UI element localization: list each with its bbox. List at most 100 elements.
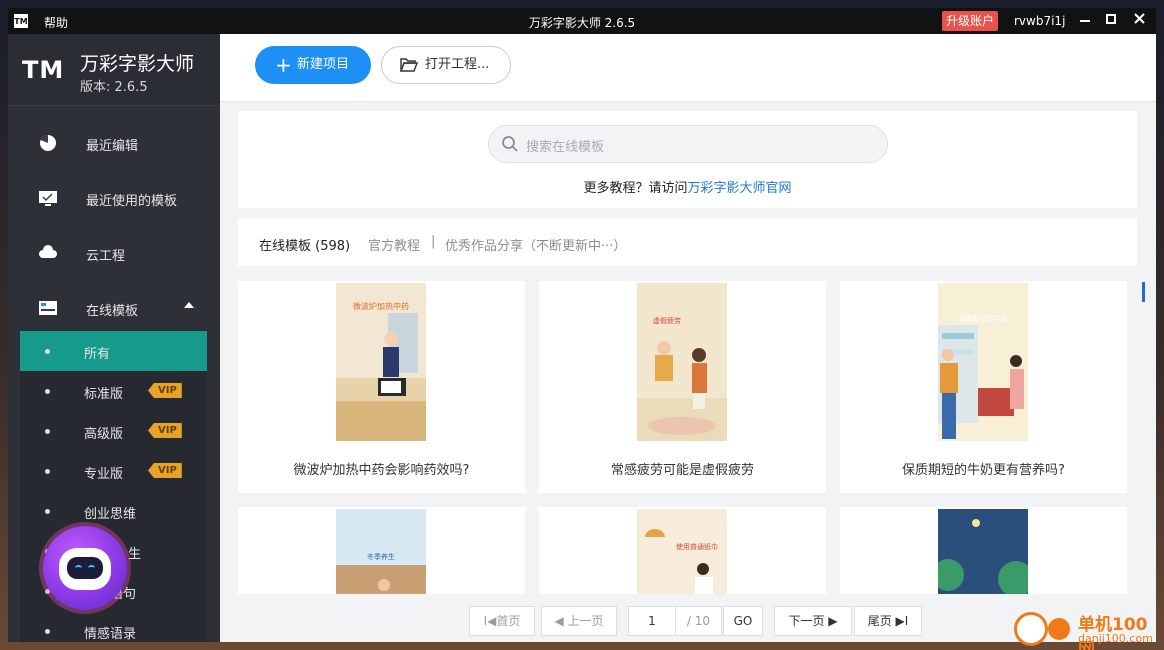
thumbnail-illustration [938,509,1028,594]
go-button[interactable]: GO [723,606,763,636]
official-site-link[interactable]: 万彩字影大师官网 [688,181,792,196]
template-title: 微波炉加热中药会影响药效吗? [293,463,470,478]
next-page-button[interactable]: 下一页 ▶ [774,606,852,636]
template-icon [39,301,57,315]
brand-name: 万彩字影大师 [80,53,195,75]
search-placeholder: 搜索在线模板 [526,140,605,155]
new-project-button[interactable]: + 新建项目 [255,46,371,84]
bullet-icon [45,629,50,634]
category-item-startup[interactable]: 创业思维 [20,491,207,531]
template-card[interactable] [840,507,1127,594]
category-label: 标准版 [84,387,124,402]
bullet-icon [45,509,50,514]
toolbar: + 新建项目 打开工程... [220,34,1156,102]
category-item-professional[interactable]: 专业版 VIP [20,451,207,491]
template-title: 保质期短的牛奶更有营养吗? [902,463,1065,478]
bot-screen [67,557,103,579]
search-panel: 搜索在线模板 更多教程？请访问万彩字影大师官网 [238,111,1137,208]
watermark-subtext: danji100.com [1078,632,1153,645]
category-item-emotion[interactable]: 情感语录 [20,611,207,642]
new-project-label: 新建项目 [297,57,350,72]
title-bar: TM 帮助 万彩字影大师 2.6.5 升级账户 rvwb7i1j [8,8,1156,34]
last-page-button[interactable]: 尾页 ▶I [854,606,922,636]
svg-text:虚假疲劳: 虚假疲劳 [653,316,681,325]
brand-header: TM 万彩字影大师 版本: 2.6.5 [8,34,220,106]
ai-assistant-bot-icon[interactable] [43,526,127,610]
bullet-icon [45,349,50,354]
sidebar-item-recent-templates[interactable]: 最近使用的模板 [8,171,220,226]
template-card[interactable]: 虚假疲劳 常感疲劳可能是虚假疲劳 [539,281,826,493]
sidebar-item-label: 最近使用的模板 [86,194,178,209]
category-item-standard[interactable]: 标准版 VIP [20,371,207,411]
bot-eye [88,565,95,571]
vip-badge: VIP [148,423,182,438]
minimize-icon[interactable] [1076,12,1094,30]
svg-text:微波炉加热中药: 微波炉加热中药 [353,301,409,311]
tab-showcase[interactable]: 优秀作品分享（不断更新中···） [445,235,626,254]
template-thumbnail: 保质期短的牛奶 [938,283,1028,441]
template-thumbnail [938,509,1028,594]
monitor-icon [39,191,57,206]
template-title: 常感疲劳可能是虚假疲劳 [610,463,754,478]
watermark-dot-icon [1048,618,1070,640]
thumbnail-illustration: 使用普通纸巾 [637,509,727,594]
chevron-up-icon[interactable] [184,302,194,308]
tab-official-tutorials[interactable]: 官方教程 [368,235,420,254]
search-input[interactable]: 搜索在线模板 [488,125,888,163]
svg-text:使用普通纸巾: 使用普通纸巾 [676,542,718,551]
svg-text:冬季养生: 冬季养生 [367,552,395,561]
vip-badge: VIP [148,463,182,478]
template-card[interactable]: 冬季养生 [238,507,525,594]
template-card[interactable]: 微波炉加热中药 微波炉加热中药会影响药效吗? [238,281,525,493]
category-label: 专业版 [84,467,124,482]
template-thumbnail: 微波炉加热中药 [336,283,426,441]
page-number-input[interactable]: 1 [628,606,676,636]
thumbnail-illustration: 保质期短的牛奶 [938,283,1028,441]
username[interactable]: rvwb7i1j [1014,14,1065,28]
bullet-icon [45,389,50,394]
upgrade-account-button[interactable]: 升级账户 [942,11,999,31]
category-label: 高级版 [84,427,124,442]
sidebar-item-label: 最近编辑 [86,139,139,154]
category-label: 创业思维 [84,507,137,522]
category-item-advanced[interactable]: 高级版 VIP [20,411,207,451]
app-window: TM 帮助 万彩字影大师 2.6.5 升级账户 rvwb7i1j TM 万彩字影… [8,8,1156,642]
main-content: + 新建项目 打开工程... 搜索在线模板 更多教程？请访问万彩字影大师官网 在… [220,34,1156,642]
brand-logo: TM [22,56,65,84]
brand-version: 版本: 2.6.5 [80,80,148,95]
cloud-icon [39,245,57,258]
template-thumbnail: 冬季养生 [336,509,426,594]
close-icon[interactable] [1130,12,1148,30]
tab-online-templates[interactable]: 在线模板 (598) [259,235,350,254]
site-watermark: 单机100网 danji100.com [1012,610,1164,650]
template-tabs: 在线模板 (598) 官方教程 | 优秀作品分享（不断更新中···） [238,218,1137,266]
open-project-button[interactable]: 打开工程... [381,46,511,84]
maximize-icon[interactable] [1102,12,1120,30]
plus-icon: + [275,53,292,77]
sidebar-item-cloud[interactable]: 云工程 [8,226,220,281]
sidebar-item-label: 在线模板 [86,304,139,319]
vip-badge: VIP [148,383,182,398]
template-card[interactable]: 使用普通纸巾 [539,507,826,594]
thumbnail-illustration: 微波炉加热中药 [336,283,426,441]
tab-separator: | [431,234,436,249]
first-page-button[interactable]: I◀首页 [469,606,535,636]
sidebar: TM 万彩字影大师 版本: 2.6.5 最近编辑 最近使用的模板 云工程 在线模… [8,34,220,642]
tutorial-hint: 更多教程？请访问万彩字影大师官网 [238,177,1137,196]
watermark-logo-icon [1014,612,1048,646]
svg-text:保质期短的牛奶: 保质期短的牛奶 [959,314,1008,323]
open-project-label: 打开工程... [425,57,490,72]
category-item-all[interactable]: 所有 [20,331,207,371]
scrollbar-thumb[interactable] [1142,282,1145,302]
bot-face [59,548,111,590]
template-thumbnail: 使用普通纸巾 [637,509,727,594]
bot-eye [75,565,82,571]
tutorial-hint-text: 更多教程？请访问 [583,181,688,196]
template-card[interactable]: 保质期短的牛奶 保质期短的牛奶更有营养吗? [840,281,1127,493]
page-total: / 10 [676,606,722,636]
sidebar-item-online-templates[interactable]: 在线模板 [8,281,220,336]
search-icon [502,136,518,152]
sidebar-item-recent-edit[interactable]: 最近编辑 [8,116,220,171]
prev-page-button[interactable]: ◀ 上一页 [541,606,617,636]
category-label: 生 [128,547,142,562]
